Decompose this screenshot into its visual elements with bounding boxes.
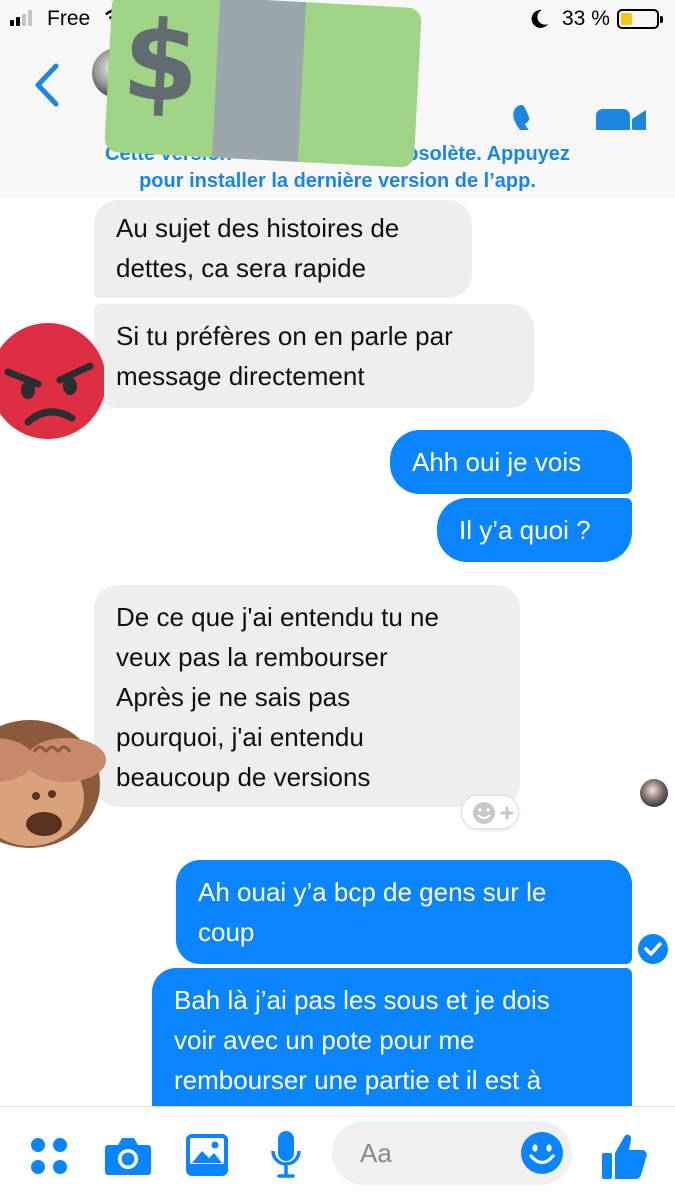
angry-face-emoji-overlay (0, 323, 104, 439)
message-line: De ce que j'ai entendu tu ne (116, 602, 439, 632)
message-line: Au sujet des histoires de (116, 213, 400, 243)
message-line: Ah ouai y’a bcp de gens sur le (198, 877, 547, 907)
read-receipt-avatar (640, 779, 668, 807)
camera-icon[interactable] (104, 1135, 152, 1177)
more-options-grid-icon[interactable] (30, 1137, 68, 1175)
battery-percentage: 33 % (562, 7, 610, 30)
message-incoming[interactable]: Si tu préfères on en parle par message d… (94, 304, 534, 408)
message-line: dettes, ca sera rapide (116, 253, 367, 283)
message-input[interactable]: Aa (332, 1121, 572, 1185)
message-line: Il y’a quoi ? (459, 515, 591, 545)
message-input-placeholder: Aa (360, 1138, 392, 1168)
message-line: coup (198, 917, 255, 947)
message-incoming[interactable]: De ce que j'ai entendu tu ne veux pas la… (94, 585, 520, 807)
battery-level-fill (621, 13, 632, 25)
emoji-picker-icon[interactable] (520, 1131, 564, 1175)
message-line: message directement (116, 361, 365, 391)
composer-bar: Aa (0, 1106, 675, 1200)
svg-text:$: $ (119, 0, 202, 128)
message-incoming[interactable]: Au sujet des histoires de dettes, ca ser… (94, 200, 472, 298)
carrier-name: Free (47, 7, 91, 30)
photo-gallery-icon[interactable] (185, 1133, 229, 1177)
message-outgoing[interactable]: Il y’a quoi ? (437, 498, 632, 562)
message-outgoing[interactable]: Ah ouai y’a bcp de gens sur le coup (176, 860, 632, 964)
signal-strength-icon (10, 10, 32, 26)
banner-line-2: pour installer la dernière version de l’… (139, 170, 536, 192)
delivered-check-icon (638, 934, 668, 964)
message-line: voir avec un pote pour me (174, 1025, 475, 1055)
message-line: rembourser une partie et il est à (174, 1065, 542, 1095)
message-outgoing[interactable]: Ahh oui je vois (390, 430, 632, 494)
do-not-disturb-moon-icon (531, 9, 548, 28)
thumbs-up-like-icon[interactable] (600, 1131, 648, 1181)
microphone-icon[interactable] (270, 1129, 302, 1179)
message-line: Après je ne sais pas (116, 682, 351, 712)
see-no-evil-monkey-emoji-overlay (0, 720, 106, 848)
message-line: veux pas la rembourser (116, 642, 388, 672)
add-reaction-button[interactable] (461, 795, 519, 829)
battery-icon (617, 9, 663, 29)
message-line: pourquoi, j'ai entendu (116, 722, 364, 752)
message-line: Si tu préfères on en parle par (116, 321, 453, 351)
message-line: beaucoup de versions (116, 762, 371, 792)
back-chevron-icon[interactable] (28, 62, 68, 108)
money-bill-sticker: $ (104, 0, 422, 168)
message-line: Bah là j’ai pas les sous et je dois (174, 985, 550, 1015)
message-line: Ahh oui je vois (412, 447, 582, 477)
smiley-plus-icon (473, 802, 514, 824)
